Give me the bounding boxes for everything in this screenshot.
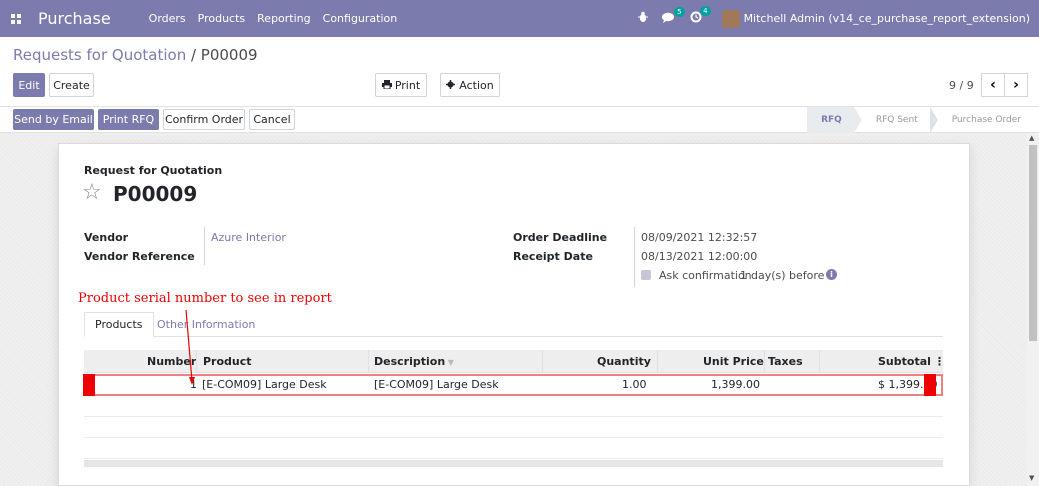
cell-description[interactable]: [E-COM09] Large Desk [374,378,499,391]
ask-confirmation-checkbox[interactable] [641,270,651,280]
column-separator[interactable] [368,350,369,373]
avatar[interactable] [721,9,740,28]
order-deadline-label: Order Deadline [513,231,608,244]
edit-button[interactable]: Edit [13,73,45,97]
cancel-button[interactable]: Cancel [249,109,295,130]
action-button[interactable]: Action [440,73,500,97]
confirm-order-button[interactable]: Confirm Order [163,109,245,130]
column-description-label: Description [374,355,446,368]
vendor-reference-label: Vendor Reference [84,250,195,263]
column-number[interactable]: Number [147,355,196,368]
print-rfq-button[interactable]: Print RFQ [98,109,159,130]
highlight-marker-left [83,374,95,396]
star-icon[interactable]: ☆ [82,180,102,205]
print-button[interactable]: Print [375,73,427,97]
column-unit-price[interactable]: Unit Price [703,355,764,368]
empty-row [84,417,943,438]
scroll-thumb[interactable] [1029,145,1037,341]
stage-rfq[interactable]: RFQ [807,107,854,133]
activity-badge: 4 [700,6,711,16]
app-brand[interactable]: Purchase [38,9,111,28]
column-separator[interactable] [819,350,820,373]
ask-confirmation-text-after: day(s) before [751,269,825,282]
cell-product[interactable]: [E-COM09] Large Desk [202,378,327,391]
gear-icon [446,79,456,92]
order-deadline-field[interactable]: 08/09/2021 12:32:57 [641,231,757,244]
status-stages: RFQ RFQ Sent Purchase Order [807,107,1033,133]
column-taxes[interactable]: Taxes [768,355,803,368]
sort-down-icon: ▼ [445,358,454,367]
menu-configuration[interactable]: Configuration [323,12,398,25]
chat-icon[interactable]: 5 [661,6,685,26]
print-icon [381,79,392,92]
print-label: Print [394,78,421,92]
breadcrumb-separator: / [186,46,201,64]
chevron-left-icon: ‹ [990,77,996,93]
column-separator[interactable] [196,350,197,373]
vendor-label: Vendor [84,231,129,244]
column-product[interactable]: Product [203,355,252,368]
table-footer [84,460,943,467]
activity-clock-icon[interactable]: 4 [690,6,711,26]
scroll-up-icon[interactable]: ▲ [1029,134,1034,142]
pager-previous-button[interactable]: ‹ [981,73,1005,97]
receipt-date-label: Receipt Date [513,250,593,263]
column-subtotal[interactable]: Subtotal [878,355,931,368]
receipt-date-field[interactable]: 08/13/2021 12:00:00 [641,250,757,263]
annotation-label: Product serial number to see in report [78,291,332,306]
column-separator[interactable] [764,350,765,373]
send-by-email-button[interactable]: Send by Email [13,109,94,130]
column-separator[interactable] [657,350,658,373]
pager-next-button[interactable]: › [1004,73,1028,97]
document-name: P00009 [113,182,198,206]
user-menu[interactable]: Mitchell Admin (v14_ce_purchase_report_e… [744,12,1030,25]
empty-row [84,396,943,417]
column-description[interactable]: Description ▼ [374,355,454,368]
optional-columns-icon[interactable]: ⋮ [934,355,945,368]
highlight-marker-right [924,374,936,396]
stage-rfq-sent[interactable]: RFQ Sent [862,107,930,133]
field-divider [204,227,205,265]
chevron-right-icon: › [1013,77,1019,93]
column-quantity[interactable]: Quantity [597,355,651,368]
bug-icon[interactable] [637,11,648,26]
field-divider [634,227,635,287]
tab-products[interactable]: Products [84,312,154,337]
create-button[interactable]: Create [49,73,94,97]
vendor-field[interactable]: Azure Interior [211,231,286,244]
menu-reporting[interactable]: Reporting [257,12,310,25]
menu-products[interactable]: Products [198,12,246,25]
breadcrumb: Requests for Quotation / P00009 [13,46,258,64]
scrollbar[interactable]: ▲ ▼ [1027,133,1039,486]
top-navbar: Purchase Orders Products Reporting Confi… [0,0,1039,37]
tab-other-information[interactable]: Other Information [147,312,265,337]
breadcrumb-parent[interactable]: Requests for Quotation [13,46,186,64]
cell-number[interactable]: 1 [190,378,197,391]
menu-orders[interactable]: Orders [149,12,186,25]
pager-value[interactable]: 9 / 9 [949,79,974,92]
apps-menu-icon[interactable] [0,0,32,37]
stage-separator [929,107,938,133]
cell-unit-price[interactable]: 1,399.00 [711,378,760,391]
action-label: Action [459,78,494,92]
ask-confirmation-days[interactable]: 1 [740,269,747,282]
empty-row [84,438,943,459]
chat-badge: 5 [674,6,685,17]
document-kind: Request for Quotation [84,164,223,177]
scroll-down-icon[interactable]: ▼ [1029,474,1034,482]
column-separator[interactable] [542,350,543,373]
ask-confirmation-text-before: Ask confirmation [659,269,752,282]
cell-quantity[interactable]: 1.00 [622,378,647,391]
breadcrumb-current: P00009 [200,46,258,64]
stage-separator [853,107,862,133]
stage-purchase-order[interactable]: Purchase Order [938,107,1033,133]
info-icon[interactable]: i [826,269,837,280]
